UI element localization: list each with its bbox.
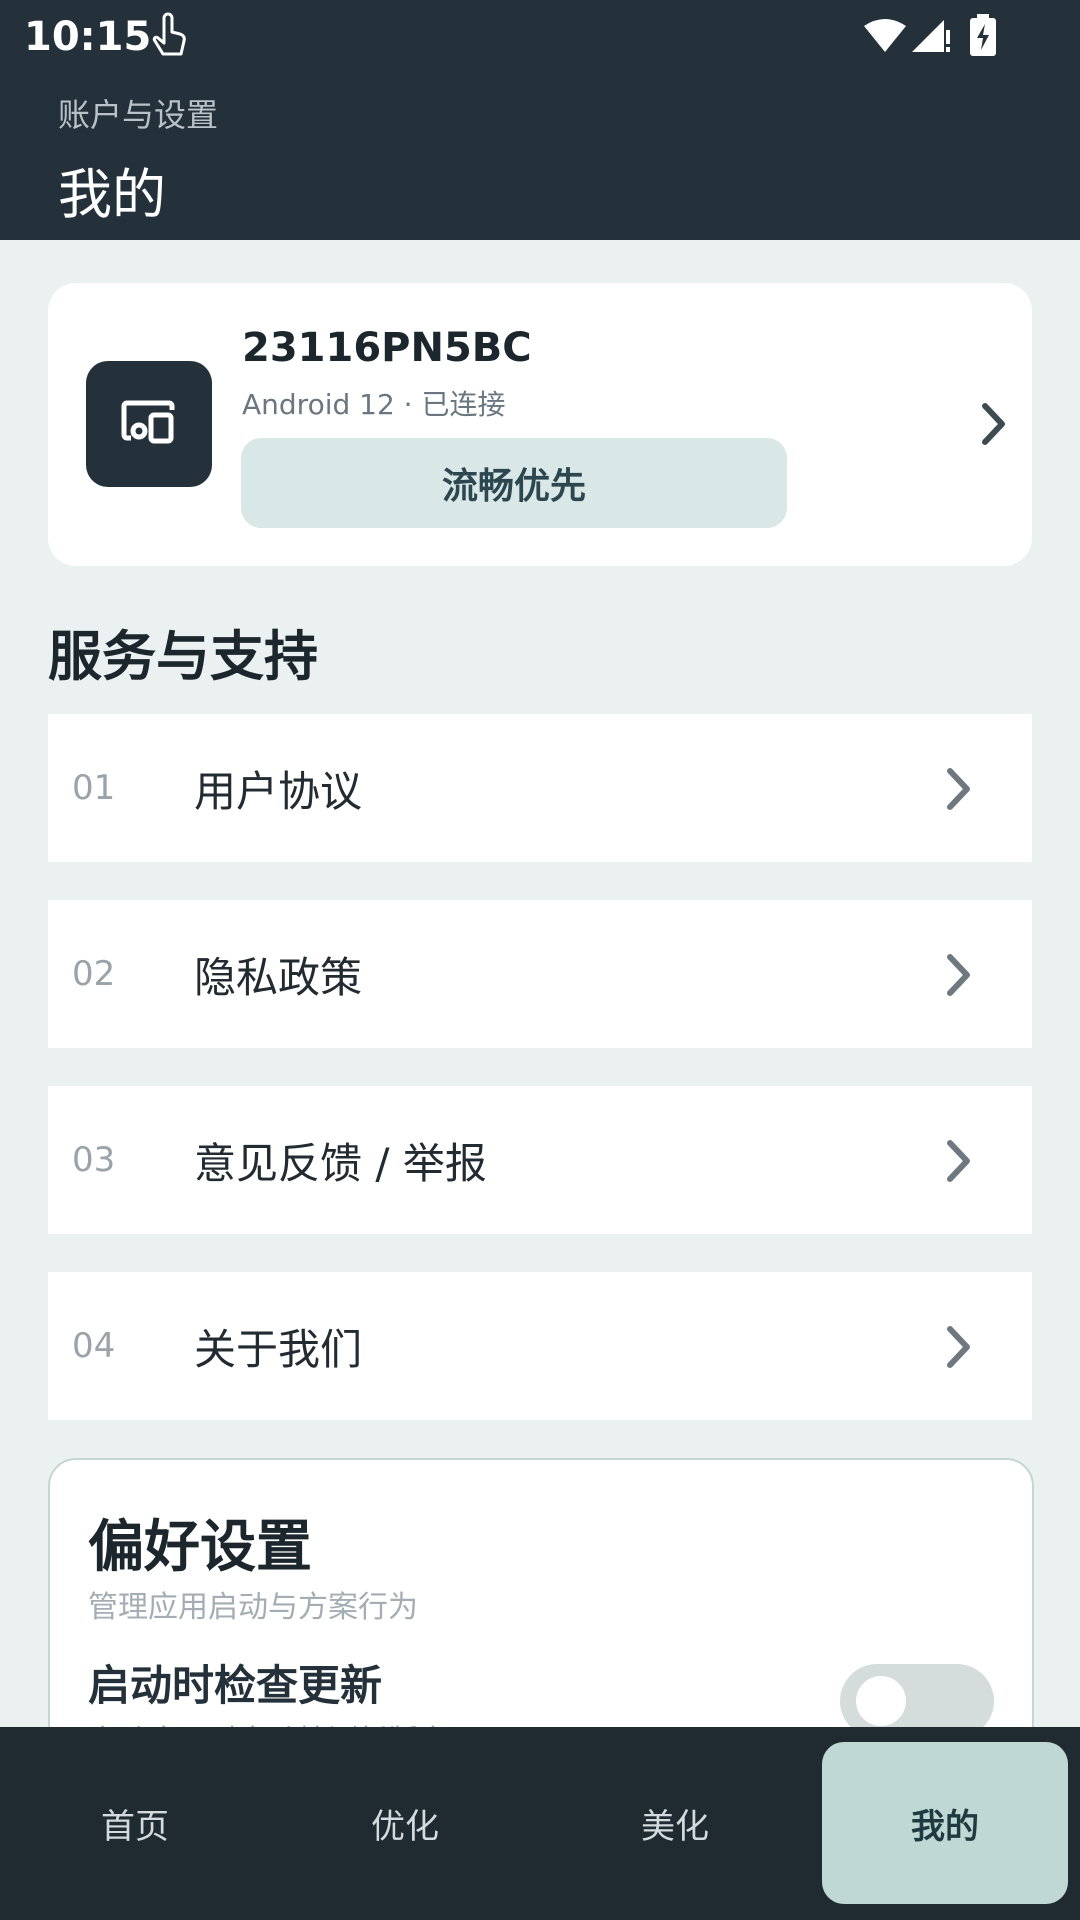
nav-item-home[interactable]: 首页	[0, 1727, 270, 1920]
list-item-feedback[interactable]: 03 意见反馈 / 举报	[48, 1086, 1032, 1234]
chevron-right-icon	[982, 403, 1005, 445]
nav-item-optimize[interactable]: 优化	[270, 1727, 540, 1920]
device-name: 23116PN5BC	[242, 325, 532, 371]
touch-icon	[152, 12, 186, 56]
device-info: Android 12 · 已连接	[242, 388, 506, 421]
item-number: 01	[72, 768, 116, 808]
item-number: 03	[72, 1140, 116, 1180]
nav-item-beautify[interactable]: 美化	[540, 1727, 810, 1920]
header-subtitle: 账户与设置	[58, 96, 219, 134]
list-item-user-agreement[interactable]: 01 用户协议	[48, 714, 1032, 862]
wifi-icon	[864, 19, 906, 52]
top-app-bar: 10:15 账户与设置 我的	[0, 0, 1080, 240]
item-number: 02	[72, 954, 116, 994]
page-title: 我的	[58, 163, 166, 226]
item-label: 隐私政策	[194, 952, 363, 1002]
item-label: 关于我们	[194, 1324, 363, 1374]
list-item-privacy-policy[interactable]: 02 隐私政策	[48, 900, 1032, 1048]
preferences-title: 偏好设置	[88, 1515, 312, 1580]
chevron-right-icon	[947, 954, 970, 996]
status-time: 10:15	[24, 14, 152, 60]
section-title-services: 服务与支持	[48, 625, 318, 688]
setting-title-check-update: 启动时检查更新	[88, 1661, 383, 1710]
battery-icon	[970, 14, 996, 56]
item-label: 意见反馈 / 举报	[194, 1138, 487, 1188]
device-icon	[86, 361, 212, 487]
chevron-right-icon	[947, 768, 970, 810]
signal-icon	[912, 20, 950, 52]
bottom-navigation: 首页 优化 美化 我的	[0, 1727, 1080, 1920]
chevron-right-icon	[947, 1326, 970, 1368]
performance-mode-button[interactable]: 流畅优先	[241, 438, 787, 528]
chevron-right-icon	[947, 1140, 970, 1182]
nav-item-mine[interactable]: 我的	[822, 1742, 1068, 1904]
list-item-about-us[interactable]: 04 关于我们	[48, 1272, 1032, 1420]
preferences-description: 管理应用启动与方案行为	[88, 1590, 418, 1625]
item-label: 用户协议	[194, 766, 363, 816]
device-card[interactable]: 23116PN5BC Android 12 · 已连接 流畅优先	[48, 283, 1032, 566]
toggle-knob	[856, 1676, 906, 1726]
item-number: 04	[72, 1326, 116, 1366]
